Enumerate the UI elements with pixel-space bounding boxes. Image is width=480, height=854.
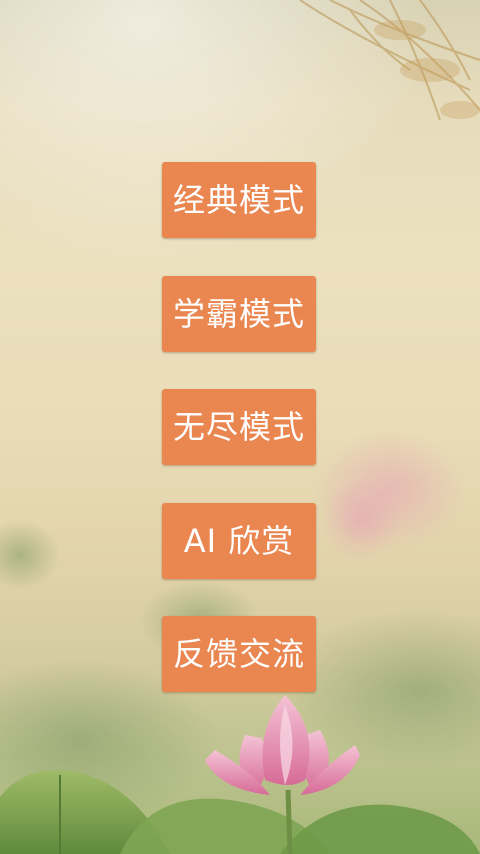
endless-mode-button[interactable]: 无尽模式 xyxy=(162,389,316,465)
lotus-flower-icon xyxy=(205,695,360,854)
feedback-button[interactable]: 反馈交流 xyxy=(162,616,316,692)
scholar-mode-button[interactable]: 学霸模式 xyxy=(162,276,316,352)
lotus-leaf-icon xyxy=(0,770,480,854)
game-menu-screen: 经典模式 学霸模式 无尽模式 AI 欣赏 反馈交流 xyxy=(0,0,480,854)
reed-grass-icon xyxy=(299,0,480,121)
classic-mode-button[interactable]: 经典模式 xyxy=(162,162,316,238)
ai-appreciation-button[interactable]: AI 欣赏 xyxy=(162,503,316,579)
